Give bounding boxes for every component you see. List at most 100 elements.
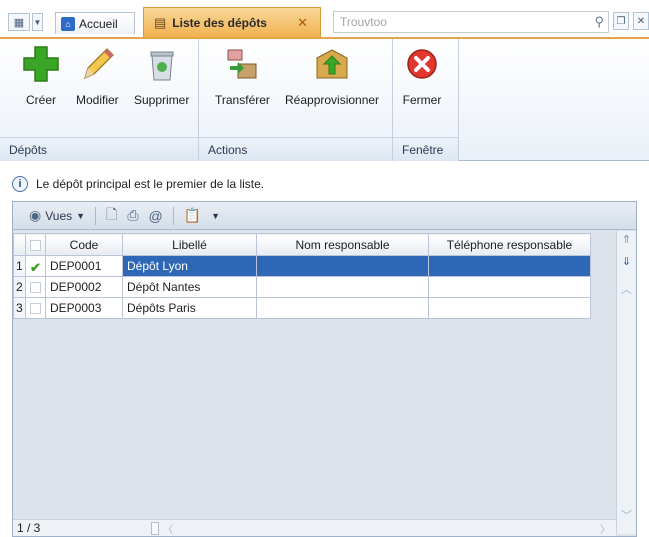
cell-code[interactable]: DEP0002: [45, 276, 123, 298]
reapprovisionner-label: Réapprovisionner: [285, 93, 380, 107]
close-window-icon[interactable]: ✕: [633, 12, 649, 30]
supprimer-button[interactable]: Supprimer: [134, 43, 189, 107]
cell-telephone-responsable[interactable]: [428, 255, 591, 277]
cell-telephone-responsable[interactable]: [428, 297, 591, 319]
header-telephone-responsable[interactable]: Téléphone responsable: [428, 233, 591, 256]
cell-code[interactable]: DEP0001: [45, 255, 123, 277]
horizontal-scroll-thumb[interactable]: [151, 521, 159, 535]
app-grid-icon[interactable]: ▦: [8, 13, 30, 31]
cell-telephone-responsable[interactable]: [428, 276, 591, 298]
grid-toolbar: ◉ Vues ▼ 🗋 ⎙ @ 📋 ▼: [13, 202, 636, 230]
select-all-checkbox[interactable]: [30, 239, 41, 251]
views-dropdown[interactable]: ◉ Vues ▼: [29, 207, 85, 224]
header-select[interactable]: [25, 233, 46, 256]
page-indicator: 1 / 3: [17, 521, 41, 535]
clipboard-icon[interactable]: 📋: [184, 207, 201, 224]
move-up-icon[interactable]: ⇑: [620, 233, 633, 246]
scroll-right-icon[interactable]: 〉: [600, 521, 610, 536]
close-icon: [401, 43, 443, 85]
views-label: Vues: [45, 208, 73, 223]
tab-liste-depots-label: Liste des dépôts: [172, 15, 267, 30]
scroll-down-icon[interactable]: ﹀: [620, 507, 633, 523]
row-number: 2: [13, 276, 26, 298]
cell-code[interactable]: DEP0003: [45, 297, 123, 319]
row-number: 3: [13, 297, 26, 319]
cell-libelle[interactable]: Dépôt Nantes: [122, 276, 257, 298]
cell-libelle[interactable]: Dépôts Paris: [122, 297, 257, 319]
group-label-fenetre: Fenêtre: [393, 137, 458, 161]
header-rownum: [13, 233, 26, 256]
transferer-button[interactable]: Transférer: [215, 43, 270, 107]
creer-button[interactable]: Créer: [20, 43, 62, 107]
chevron-down-icon[interactable]: ▼: [211, 211, 220, 221]
modifier-label: Modifier: [76, 93, 119, 107]
trash-icon: [141, 43, 183, 85]
eye-icon: ◉: [29, 207, 42, 223]
home-icon: ⌂: [61, 16, 75, 31]
header-code[interactable]: Code: [45, 233, 123, 256]
search-input[interactable]: Trouvtoo ⚲: [333, 11, 609, 33]
table-row[interactable]: 3 DEP0003 Dépôts Paris: [13, 297, 591, 319]
cell-nom-responsable[interactable]: [256, 255, 429, 277]
checkbox[interactable]: [30, 303, 41, 315]
toolbar-separator: [172, 206, 174, 225]
close-tab-icon[interactable]: ✕: [297, 15, 308, 31]
warehouse-icon: ▤: [154, 14, 167, 30]
scroll-up-icon[interactable]: ︿: [620, 281, 633, 297]
pencil-icon: [76, 43, 118, 85]
email-icon[interactable]: @: [149, 208, 163, 224]
fermer-button[interactable]: Fermer: [401, 43, 443, 107]
depots-grid-panel: ◉ Vues ▼ 🗋 ⎙ @ 📋 ▼ Code Libellé Nom resp…: [12, 201, 637, 537]
info-icon: i: [12, 176, 28, 192]
tab-accueil[interactable]: ⌂ Accueil: [55, 12, 135, 34]
print-icon[interactable]: ⎙: [127, 207, 138, 224]
reapprovisionner-button[interactable]: Réapprovisionner: [285, 43, 379, 107]
ribbon: Créer Modifier Supprimer Dépôts Transfér…: [0, 37, 649, 161]
header-libelle[interactable]: Libellé: [122, 233, 257, 256]
modifier-button[interactable]: Modifier: [76, 43, 119, 107]
grid-status-bar: 1 / 3 〈 〉: [13, 519, 616, 536]
creer-label: Créer: [25, 93, 56, 107]
cell-nom-responsable[interactable]: [256, 276, 429, 298]
toolbar-separator: [95, 206, 97, 225]
table-row[interactable]: 2 DEP0002 Dépôt Nantes: [13, 276, 591, 298]
transfer-icon: [221, 43, 263, 85]
search-icon[interactable]: ⚲: [594, 14, 604, 30]
ribbon-group-actions: Transférer Réapprovisionner Actions: [199, 39, 393, 161]
group-label-actions: Actions: [199, 137, 392, 161]
row-checkbox[interactable]: [25, 276, 46, 298]
depots-table: Code Libellé Nom responsable Téléphone r…: [13, 233, 591, 319]
chevron-down-icon: ▼: [76, 210, 86, 221]
table-row[interactable]: 1 ✔ DEP0001 Dépôt Lyon: [13, 255, 591, 277]
info-message: i Le dépôt principal est le premier de l…: [12, 176, 264, 192]
vertical-scrollbar[interactable]: ⇑ ⇓ ︿ ﹀: [616, 231, 636, 534]
tab-liste-depots[interactable]: ▤ Liste des dépôts ✕: [143, 7, 321, 37]
row-number: 1: [13, 255, 26, 277]
cell-libelle[interactable]: Dépôt Lyon: [122, 255, 257, 277]
restore-window-icon[interactable]: ❐: [613, 12, 629, 30]
supprimer-label: Supprimer: [134, 93, 190, 107]
ribbon-group-fenetre: Fermer Fenêtre: [393, 39, 459, 161]
tab-accueil-label: Accueil: [79, 16, 118, 31]
tab-bar: ▦ ▼ ⌂ Accueil ▤ Liste des dépôts ✕ Trouv…: [0, 0, 649, 40]
table-header-row: Code Libellé Nom responsable Téléphone r…: [13, 233, 591, 256]
restock-icon: [311, 43, 353, 85]
app-menu[interactable]: ▦ ▼: [8, 12, 43, 32]
ribbon-group-depots: Créer Modifier Supprimer Dépôts: [0, 39, 199, 161]
chevron-down-icon[interactable]: ▼: [32, 13, 43, 31]
group-label-depots: Dépôts: [0, 137, 198, 161]
row-checkbox[interactable]: ✔: [25, 255, 46, 277]
header-nom-responsable[interactable]: Nom responsable: [256, 233, 429, 256]
move-down-icon[interactable]: ⇓: [620, 255, 633, 268]
fermer-label: Fermer: [402, 93, 442, 107]
search-placeholder: Trouvtoo: [340, 15, 387, 29]
cell-nom-responsable[interactable]: [256, 297, 429, 319]
preview-icon[interactable]: 🗋: [106, 204, 117, 228]
transferer-label: Transférer: [215, 93, 270, 107]
info-text: Le dépôt principal est le premier de la …: [36, 177, 265, 191]
plus-icon: [20, 43, 62, 85]
scroll-left-icon[interactable]: 〈: [163, 521, 173, 536]
checkmark-icon[interactable]: ✔: [29, 261, 43, 274]
checkbox[interactable]: [30, 282, 41, 294]
row-checkbox[interactable]: [25, 297, 46, 319]
